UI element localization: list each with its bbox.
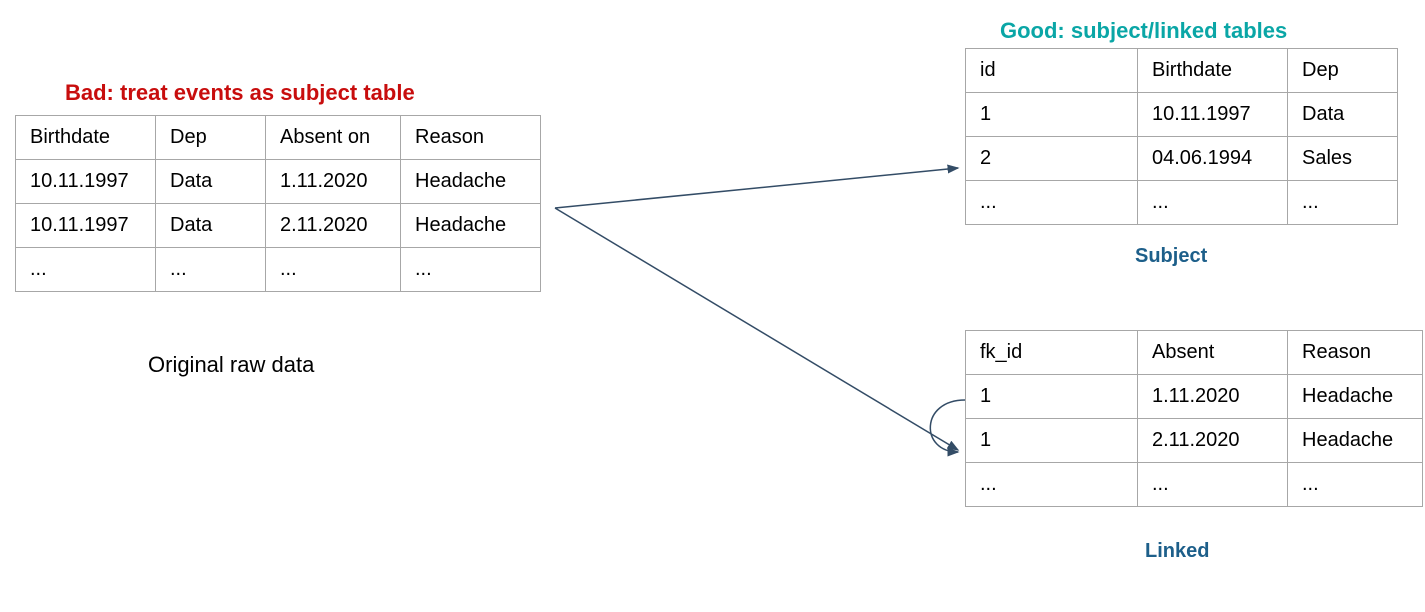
col-header: Birthdate xyxy=(16,116,156,160)
col-header: Dep xyxy=(1288,49,1398,93)
table-header-row: id Birthdate Dep xyxy=(966,49,1398,93)
table-header-row: Birthdate Dep Absent on Reason xyxy=(16,116,541,160)
cell: Headache xyxy=(401,160,541,204)
caption-subject: Subject xyxy=(1135,245,1207,268)
cell: Headache xyxy=(1288,419,1423,463)
cell: 2.11.2020 xyxy=(266,204,401,248)
cell: Data xyxy=(156,160,266,204)
table-row: 1 2.11.2020 Headache xyxy=(966,419,1423,463)
col-header: Birthdate xyxy=(1138,49,1288,93)
cell: Headache xyxy=(1288,375,1423,419)
table-row: ... ... ... ... xyxy=(16,248,541,292)
cell: ... xyxy=(1288,463,1423,507)
cell: ... xyxy=(1138,463,1288,507)
cell: 10.11.1997 xyxy=(16,160,156,204)
cell: 1 xyxy=(966,419,1138,463)
cell: 1.11.2020 xyxy=(266,160,401,204)
cell: 04.06.1994 xyxy=(1138,137,1288,181)
cell: ... xyxy=(1138,181,1288,225)
cell: 1 xyxy=(966,93,1138,137)
table-row: 10.11.1997 Data 2.11.2020 Headache xyxy=(16,204,541,248)
cell: 2.11.2020 xyxy=(1138,419,1288,463)
table-row: 10.11.1997 Data 1.11.2020 Headache xyxy=(16,160,541,204)
cell: ... xyxy=(16,248,156,292)
cell: 2 xyxy=(966,137,1138,181)
table-row: ... ... ... xyxy=(966,181,1398,225)
arrow-self-loop xyxy=(930,400,965,452)
col-header: Reason xyxy=(401,116,541,160)
linked-table: fk_id Absent Reason 1 1.11.2020 Headache… xyxy=(965,330,1423,507)
table-row: 1 1.11.2020 Headache xyxy=(966,375,1423,419)
col-header: Reason xyxy=(1288,331,1423,375)
table-header-row: fk_id Absent Reason xyxy=(966,331,1423,375)
cell: Data xyxy=(1288,93,1398,137)
title-good: Good: subject/linked tables xyxy=(1000,18,1287,44)
cell: 10.11.1997 xyxy=(1138,93,1288,137)
table-row: 2 04.06.1994 Sales xyxy=(966,137,1398,181)
cell: ... xyxy=(401,248,541,292)
cell: ... xyxy=(1288,181,1398,225)
left-table: Birthdate Dep Absent on Reason 10.11.199… xyxy=(15,115,541,292)
subject-table: id Birthdate Dep 1 10.11.1997 Data 2 04.… xyxy=(965,48,1398,225)
col-header: fk_id xyxy=(966,331,1138,375)
cell: Sales xyxy=(1288,137,1398,181)
cell: ... xyxy=(266,248,401,292)
cell: Headache xyxy=(401,204,541,248)
col-header: id xyxy=(966,49,1138,93)
arrow-to-linked xyxy=(555,208,958,450)
cell: ... xyxy=(966,181,1138,225)
caption-linked: Linked xyxy=(1145,540,1209,563)
table-row: 1 10.11.1997 Data xyxy=(966,93,1398,137)
arrow-to-subject xyxy=(555,168,958,208)
diagram-canvas: Bad: treat events as subject table Good:… xyxy=(0,0,1425,612)
caption-original-raw-data: Original raw data xyxy=(148,352,314,378)
cell: ... xyxy=(966,463,1138,507)
cell: Data xyxy=(156,204,266,248)
col-header: Dep xyxy=(156,116,266,160)
cell: 10.11.1997 xyxy=(16,204,156,248)
cell: ... xyxy=(156,248,266,292)
cell: 1 xyxy=(966,375,1138,419)
cell: 1.11.2020 xyxy=(1138,375,1288,419)
col-header: Absent xyxy=(1138,331,1288,375)
title-bad: Bad: treat events as subject table xyxy=(65,80,415,106)
table-row: ... ... ... xyxy=(966,463,1423,507)
col-header: Absent on xyxy=(266,116,401,160)
